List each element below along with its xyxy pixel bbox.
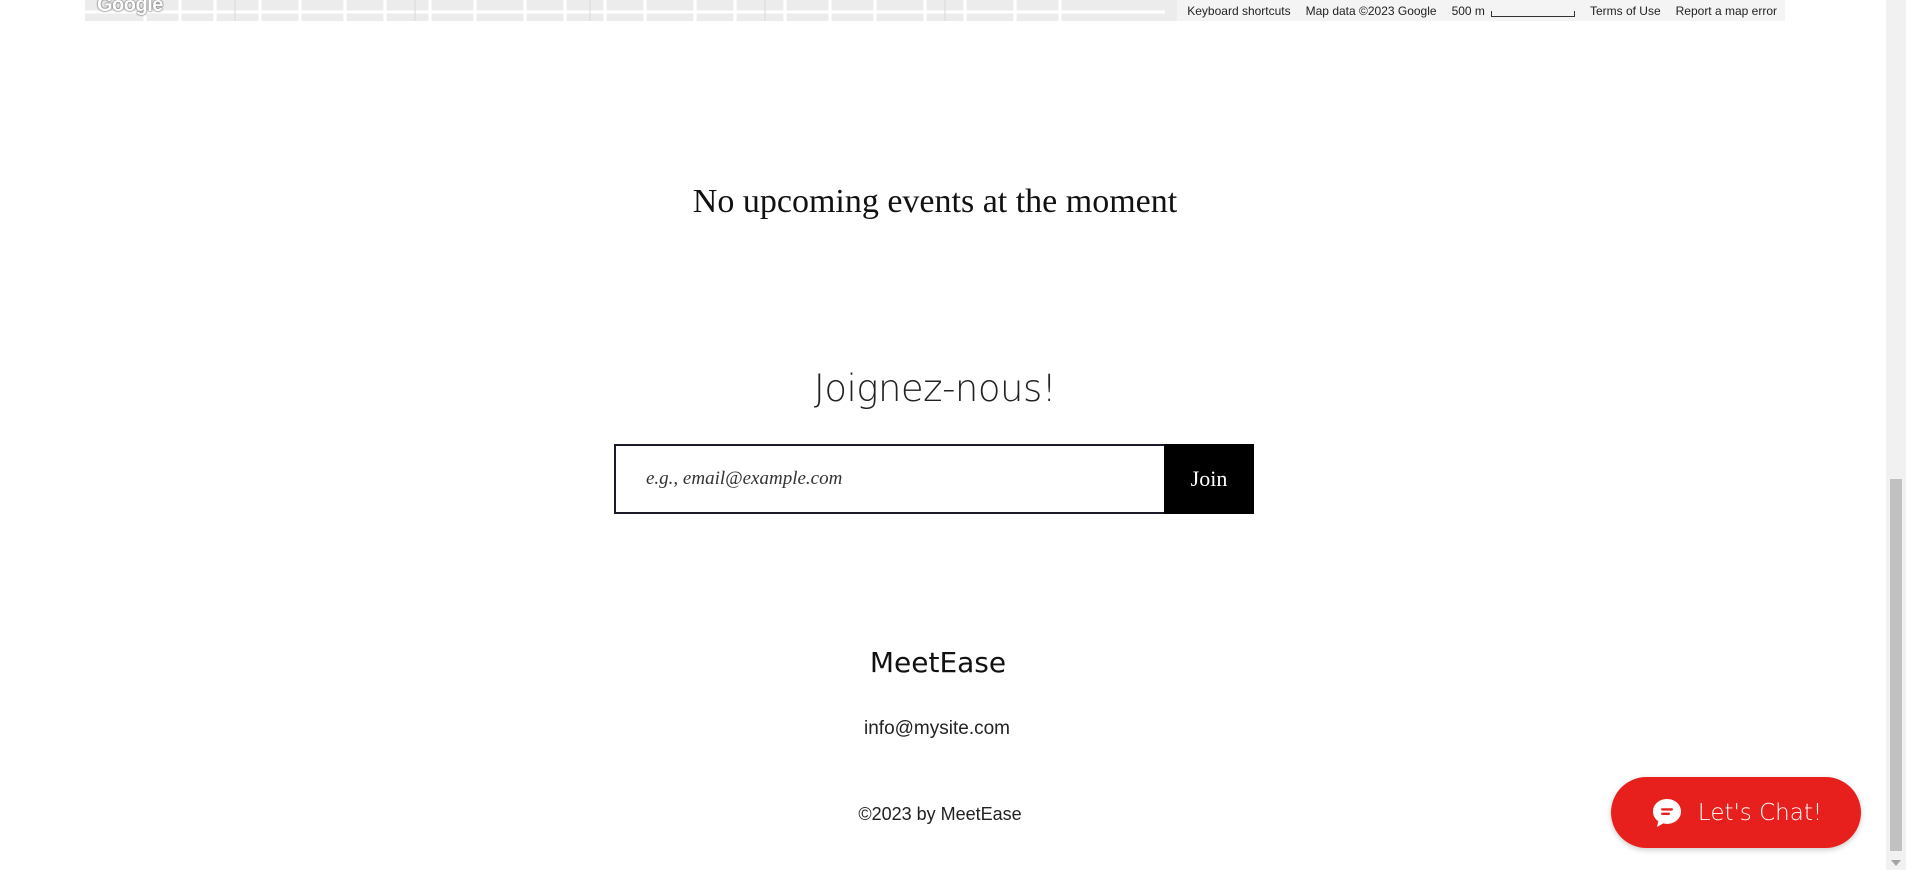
page-scrollbar[interactable] xyxy=(1886,0,1906,870)
copyright-text: ©2023 by MeetEase xyxy=(858,804,1022,824)
keyboard-shortcuts-link[interactable]: Keyboard shortcuts xyxy=(1187,4,1290,18)
map-tiles xyxy=(85,0,1165,21)
scroll-down-arrow-icon[interactable] xyxy=(1891,860,1901,866)
lets-chat-label: Let's Chat! xyxy=(1697,799,1823,826)
email-input[interactable] xyxy=(614,444,1164,514)
chat-bubble-icon xyxy=(1652,798,1681,827)
map-scale-label: 500 m xyxy=(1451,3,1485,18)
scrollbar-thumb[interactable] xyxy=(1890,479,1902,851)
contact-email-link[interactable]: info@mysite.com xyxy=(0,718,1874,740)
subscribe-form: Join xyxy=(614,444,1254,514)
terms-of-use-link[interactable]: Terms of Use xyxy=(1590,4,1661,18)
map-scale[interactable]: 500 m xyxy=(1452,4,1575,18)
footer-brand: MeetEase xyxy=(869,646,1007,679)
google-logo: Google xyxy=(97,0,163,16)
map-embed[interactable]: Google Keyboard shortcuts Map data ©2023… xyxy=(85,0,1785,21)
map-data-attribution: Map data ©2023 Google xyxy=(1305,3,1437,18)
map-scale-bar xyxy=(1490,10,1575,17)
no-events-message: No upcoming events at the moment xyxy=(692,183,1178,220)
map-footer: Keyboard shortcuts Map data ©2023 Google… xyxy=(1177,0,1785,21)
lets-chat-button[interactable]: Let's Chat! xyxy=(1611,777,1861,848)
report-map-error-link[interactable]: Report a map error xyxy=(1676,4,1777,18)
join-button[interactable]: Join xyxy=(1164,444,1254,514)
subscribe-title: Joignez-nous! xyxy=(813,367,1057,410)
